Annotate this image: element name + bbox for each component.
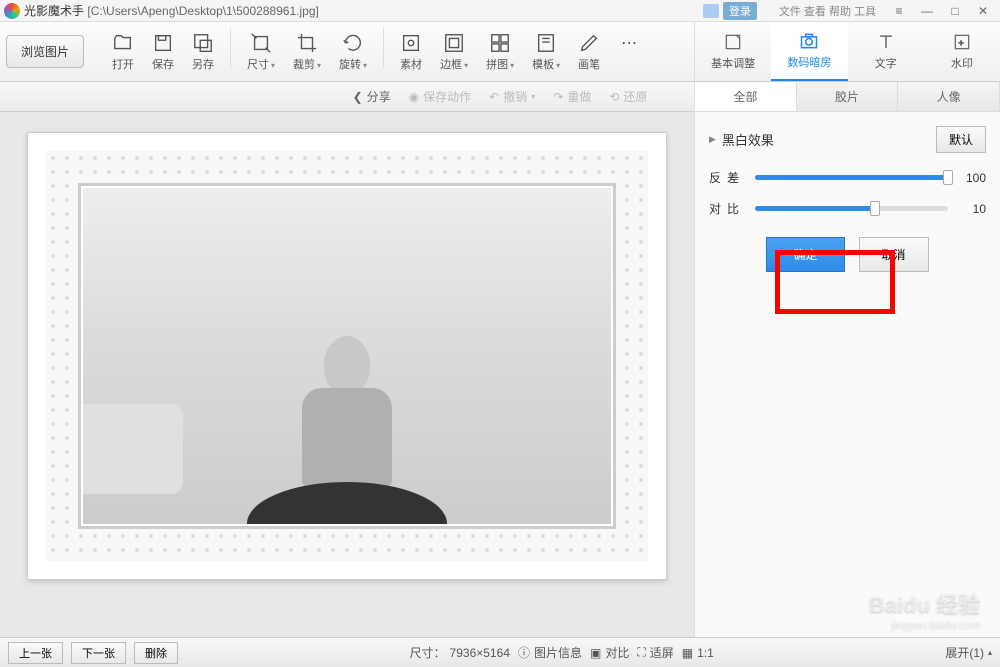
- photo-preview: [83, 188, 611, 524]
- delete-button[interactable]: 删除: [134, 642, 178, 664]
- titlebar: 光影魔术手 [C:\Users\Apeng\Desktop\1\50028896…: [0, 0, 1000, 22]
- effect-title[interactable]: ▶ 黑白效果: [709, 130, 774, 149]
- prev-image-button[interactable]: 上一张: [8, 642, 63, 664]
- sub-tabs: 全部 胶片 人像: [695, 82, 1000, 112]
- app-title: 光影魔术手 [C:\Users\Apeng\Desktop\1\50028896…: [24, 2, 319, 19]
- compare-slider[interactable]: [755, 206, 948, 211]
- toolbar-crop[interactable]: 裁剪▾: [285, 28, 329, 76]
- more-icon: ⋯: [618, 32, 640, 54]
- collapse-arrow-icon: ▶: [709, 134, 716, 145]
- baidu-watermark: Baidu 经验 jingyan.baidu.com: [869, 587, 980, 631]
- fit-icon: ⛶: [637, 645, 645, 660]
- image-size-label: 尺寸：7936×5164: [410, 644, 510, 661]
- fit-screen-button[interactable]: ⛶适屏: [637, 644, 673, 661]
- redo-button[interactable]: ↷重做: [553, 88, 591, 105]
- subtab-film[interactable]: 胶片: [797, 82, 899, 111]
- right-panel: 全部 胶片 人像 ▶ 黑白效果 默认 反差 100 对比: [694, 82, 1000, 637]
- undo-icon: ↶: [489, 90, 499, 104]
- toolbar-border[interactable]: 边框▾: [432, 28, 476, 76]
- toolbar-material[interactable]: 素材: [392, 28, 430, 76]
- adjust-icon: [721, 32, 745, 52]
- svg-text:+: +: [959, 37, 964, 47]
- toolbar-open[interactable]: 打开: [104, 28, 142, 76]
- share-icon: ❮: [353, 90, 363, 104]
- app-icon: [4, 3, 20, 19]
- rotate-icon: [342, 32, 364, 54]
- tab-basic-adjust[interactable]: 基本调整: [695, 22, 771, 81]
- crop-icon: [296, 32, 318, 54]
- slider-label: 反差: [709, 169, 745, 186]
- save-icon: [152, 32, 174, 54]
- template-icon: [535, 32, 557, 54]
- camera-icon: [797, 31, 821, 51]
- tab-watermark[interactable]: + 水印: [924, 22, 1000, 81]
- maximize-button[interactable]: □: [942, 2, 968, 20]
- toolbar-template[interactable]: 模板▾: [524, 28, 568, 76]
- slider-label: 对比: [709, 200, 745, 217]
- canvas-area[interactable]: [0, 112, 694, 637]
- text-icon: [874, 32, 898, 52]
- menu-button[interactable]: ≡: [886, 2, 912, 20]
- onetoone-button[interactable]: ▦1:1: [682, 646, 714, 660]
- right-tabs: 基本调整 数码暗房 文字 + 水印: [694, 22, 1000, 82]
- save-action-button[interactable]: ◉保存动作: [409, 88, 472, 105]
- share-button[interactable]: ❮分享: [353, 88, 391, 105]
- toolbar-puzzle[interactable]: 拼图▾: [478, 28, 522, 76]
- border-icon: [443, 32, 465, 54]
- browse-images-button[interactable]: 浏览图片: [6, 35, 84, 68]
- statusbar: 上一张 下一张 删除 尺寸：7936×5164 ⓘ图片信息 ▣对比 ⛶适屏 ▦1…: [0, 637, 1000, 667]
- top-menu-hint: 文件 查看 帮助 工具: [779, 3, 876, 19]
- chevron-up-icon: ▴: [988, 648, 992, 657]
- login-avatar-icon: [703, 4, 719, 18]
- next-image-button[interactable]: 下一张: [71, 642, 126, 664]
- toolbar-saveas[interactable]: 另存: [184, 28, 222, 76]
- slider-compare: 对比 10: [709, 200, 986, 217]
- folder-open-icon: [112, 32, 134, 54]
- tab-darkroom[interactable]: 数码暗房: [771, 22, 847, 81]
- brush-icon: [578, 32, 600, 54]
- compare-button[interactable]: ▣对比: [590, 644, 629, 661]
- toolbar-size[interactable]: 尺寸▾: [239, 28, 283, 76]
- record-icon: ◉: [409, 90, 419, 104]
- saveas-icon: [192, 32, 214, 54]
- image-frame: [27, 132, 667, 580]
- close-button[interactable]: ✕: [970, 2, 996, 20]
- slider-contrast: 反差 100: [709, 169, 986, 186]
- image-info-button[interactable]: ⓘ图片信息: [518, 644, 582, 661]
- cancel-button[interactable]: 取消: [859, 237, 929, 272]
- restore-icon: ⟲: [609, 90, 619, 104]
- watermark-icon: +: [950, 32, 974, 52]
- toolbar-more[interactable]: ⋯: [610, 28, 648, 76]
- tab-text[interactable]: 文字: [848, 22, 924, 81]
- subtab-all[interactable]: 全部: [695, 82, 797, 111]
- login-button[interactable]: 登录: [723, 2, 757, 20]
- puzzle-icon: [489, 32, 511, 54]
- redo-icon: ↷: [553, 90, 563, 104]
- resize-icon: [250, 32, 272, 54]
- expand-button[interactable]: 展开(1)▴: [945, 644, 992, 661]
- compare-icon: ▣: [590, 646, 601, 660]
- onetoone-icon: ▦: [682, 646, 693, 660]
- minimize-button[interactable]: —: [914, 2, 940, 20]
- slider-value: 100: [958, 171, 986, 185]
- contrast-slider[interactable]: [755, 175, 948, 180]
- slider-value: 10: [958, 202, 986, 216]
- subtab-portrait[interactable]: 人像: [898, 82, 1000, 111]
- toolbar-rotate[interactable]: 旋转▾: [331, 28, 375, 76]
- toolbar-brush[interactable]: 画笔: [570, 28, 608, 76]
- info-icon: ⓘ: [518, 644, 530, 661]
- toolbar-save[interactable]: 保存: [144, 28, 182, 76]
- default-button[interactable]: 默认: [936, 126, 986, 153]
- undo-button[interactable]: ↶撤销▾: [489, 88, 535, 105]
- restore-button[interactable]: ⟲还原: [609, 88, 647, 105]
- confirm-button[interactable]: 确定: [766, 237, 844, 272]
- material-icon: [400, 32, 422, 54]
